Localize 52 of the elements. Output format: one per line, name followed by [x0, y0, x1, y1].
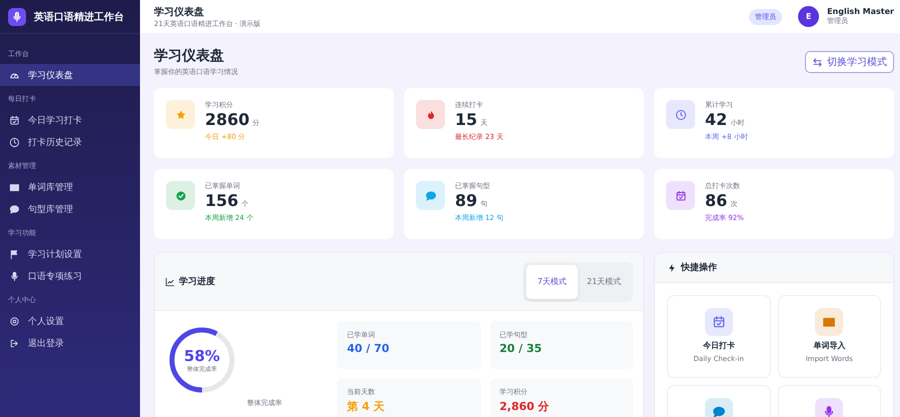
chat-bubble-icon [9, 204, 20, 214]
stat-value: 86 [705, 191, 728, 210]
sidebar-item[interactable]: 口语专项练习 [0, 265, 140, 287]
star-icon [174, 108, 186, 120]
line-chart-icon [165, 276, 175, 286]
logout-icon [9, 338, 20, 348]
page-title: 学习仪表盘 [154, 47, 225, 65]
lightning-icon [667, 262, 677, 272]
stat-value: 89 [455, 191, 478, 210]
stat-value: 15 [455, 110, 478, 129]
stat-value: 2860 [205, 110, 250, 129]
settings-icon [9, 316, 20, 326]
panel-title: 学习进度 [179, 275, 215, 288]
sidebar-item[interactable]: 个人设置 [0, 310, 140, 332]
panel-title: 快捷操作 [681, 261, 717, 274]
tile-value: 40 / 70 [347, 342, 390, 355]
calendar-icon [712, 315, 726, 329]
book-icon [9, 182, 20, 192]
book-icon [822, 315, 836, 329]
stat-value: 42 [705, 110, 728, 129]
sidebar-item[interactable]: 退出登录 [0, 332, 140, 354]
action-title: 今日打卡 [702, 340, 735, 351]
tile-value: 2,860 分 [500, 399, 550, 414]
calendar-icon [674, 190, 686, 202]
sidebar-item[interactable]: 句型库管理 [0, 198, 140, 220]
clock-icon [9, 136, 20, 148]
user-avatar[interactable]: E [798, 6, 820, 27]
sidebar-item[interactable]: 学习仪表盘 [0, 64, 140, 86]
check-circle-icon [174, 190, 186, 202]
sidebar-item[interactable]: 打卡历史记录 [0, 131, 140, 153]
mode-tab[interactable]: 21天模式 [578, 264, 630, 298]
app-title: 英语口语精进工作台 [34, 10, 124, 24]
swap-icon [812, 56, 823, 68]
sidebar-item[interactable]: 今日学习打卡 [0, 109, 140, 131]
mode-tab[interactable]: 7天模式 [526, 264, 578, 298]
calendar-icon [9, 114, 20, 126]
switch-mode-button[interactable]: 切换学习模式 [805, 51, 894, 73]
flag-icon [9, 248, 20, 260]
tile-value: 20 / 35 [500, 342, 543, 355]
chat-bubble-icon [424, 190, 436, 202]
sidebar-item[interactable]: 学习计划设置 [0, 243, 140, 265]
clock-icon [674, 108, 686, 120]
sidebar-item[interactable]: 单词库管理 [0, 176, 140, 198]
action-title: 单词导入 [813, 340, 846, 351]
header-title: 学习仪表盘 [154, 6, 205, 18]
user-name: English Master [827, 7, 894, 16]
microphone-icon [11, 10, 23, 22]
chat-bubble-icon [712, 405, 726, 417]
microphone-icon [9, 270, 20, 282]
completion-percent: 58% [184, 346, 220, 364]
stat-value: 156 [205, 191, 238, 210]
tile-value: 第 4 天 [347, 399, 386, 414]
